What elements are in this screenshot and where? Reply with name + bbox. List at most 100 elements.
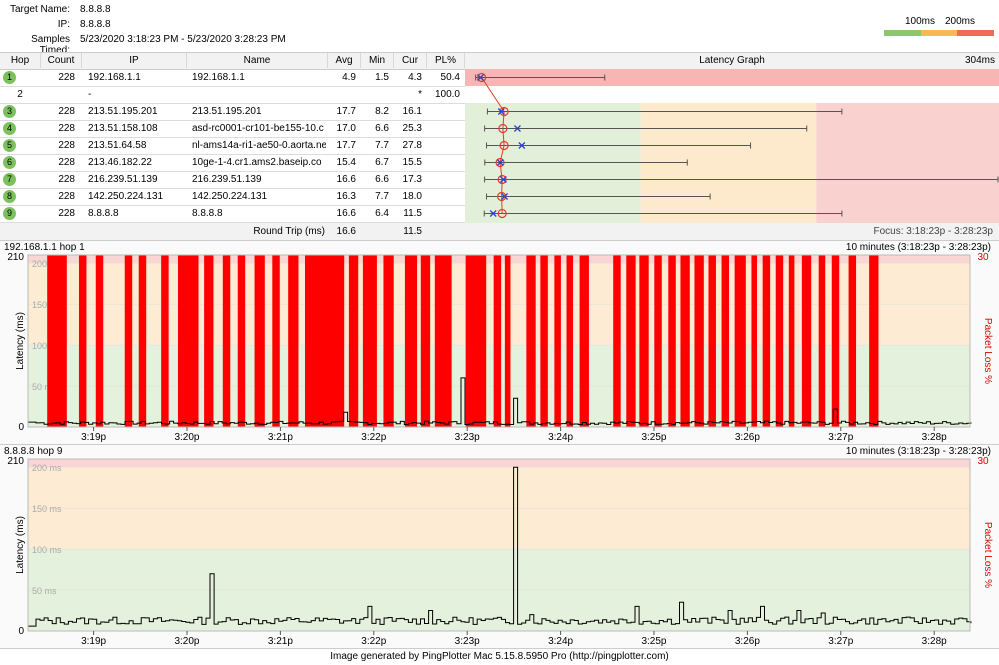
cell-count: 228 [58, 157, 75, 168]
band-label: 100 ms [32, 545, 62, 555]
cell-count: 228 [58, 140, 75, 151]
cell-pl [427, 205, 460, 222]
packet-loss-bar [762, 255, 771, 427]
x-tick-label: 3:20p [174, 432, 199, 443]
packet-loss-bar [526, 255, 536, 427]
y-axis-title: Latency (ms) [15, 516, 26, 574]
cell-count: 228 [58, 191, 75, 202]
x-tick-label: 3:25p [641, 636, 666, 647]
cell-avg: 17.7 [336, 106, 356, 117]
cell-count: 228 [58, 174, 75, 185]
cell-ip: 213.51.158.108 [88, 123, 158, 134]
cell-pl [427, 154, 460, 171]
graph-max-label: 304ms [964, 55, 995, 66]
packet-loss-bar [613, 255, 621, 427]
col-min[interactable]: Min [361, 53, 394, 68]
packet-loss-bar [869, 255, 879, 427]
y-max-label: 210 [7, 252, 24, 263]
cell-min: 6.4 [375, 208, 389, 219]
x-tick-label: 3:28p [922, 636, 947, 647]
col-cur[interactable]: Cur [394, 53, 427, 68]
packet-loss-bar [434, 255, 452, 427]
cell-name: asd-rc0001-cr101-be155-10.c [192, 123, 324, 134]
cell-cur: 18.0 [402, 191, 422, 202]
col-hop[interactable]: Hop [0, 53, 41, 68]
hop2-blank [465, 86, 999, 103]
packet-loss-bar [493, 255, 502, 427]
col-pl[interactable]: PL% [427, 53, 465, 68]
packet-loss-bar [161, 255, 169, 427]
x-tick-label: 3:23p [455, 636, 480, 647]
col-latency-graph[interactable]: Latency Graph [465, 53, 999, 68]
col-count[interactable]: Count [41, 53, 82, 68]
packet-loss-bar [465, 255, 487, 427]
x-tick-label: 3:27p [828, 432, 853, 443]
packet-loss-bar [801, 255, 812, 427]
cell-avg: 16.6 [336, 174, 356, 185]
round-trip-row: Round Trip (ms) 16.6 11.5 Focus: 3:18:23… [0, 223, 999, 241]
cell-pl [427, 103, 460, 120]
x-tick-label: 3:25p [641, 432, 666, 443]
cell-name: 142.250.224.131 [192, 191, 268, 202]
cell-min: 1.5 [375, 72, 389, 83]
cell-count: 228 [58, 72, 75, 83]
cell-avg: 15.4 [336, 157, 356, 168]
hop9-latency-chart[interactable]: 200 ms 150 ms 100 ms 50 ms 210 0 30 Latency (ms… [0, 445, 999, 648]
packet-loss-bar [204, 255, 214, 427]
packet-loss-bar [47, 255, 67, 427]
x-tick-label: 3:28p [922, 432, 947, 443]
x-tick-label: 3:21p [268, 636, 293, 647]
y-axis-title: Latency (ms) [15, 312, 26, 370]
packet-loss-bar [383, 255, 394, 427]
cell-count: 228 [58, 106, 75, 117]
hop9-chart-panel: 8.8.8.8 hop 9 10 minutes (3:18:23p - 3:2… [0, 445, 999, 649]
packet-loss-bar [579, 255, 589, 427]
cell-ip: 213.46.182.22 [88, 157, 152, 168]
cell-count: 228 [58, 123, 75, 134]
cell-name: 213.51.195.201 [192, 106, 262, 117]
focus-range: Focus: 3:18:23p - 3:28:23p [873, 226, 993, 237]
ip-label: IP: [57, 19, 70, 30]
hop-badge: 4 [3, 122, 16, 135]
packet-loss-bar [272, 255, 280, 427]
packet-loss-bar [288, 255, 299, 427]
cell-pl [427, 137, 460, 154]
cell-cur: 27.8 [402, 140, 422, 151]
col-avg[interactable]: Avg [328, 53, 361, 68]
packet-loss-bar [504, 255, 511, 427]
scale-100-label: 100ms [905, 16, 936, 27]
cell-name: 8.8.8.8 [192, 208, 223, 219]
ip-value: 8.8.8.8 [80, 19, 111, 30]
cell-hop: 2 [17, 89, 23, 100]
hop-badge: 8 [3, 190, 16, 203]
cell-ip: 216.239.51.139 [88, 174, 158, 185]
cell-avg [328, 86, 356, 103]
loss-max-label: 30 [977, 252, 989, 263]
x-tick-label: 3:23p [455, 432, 480, 443]
cell-pl: 50.4 [440, 72, 460, 83]
cell-cur: 4.3 [408, 72, 422, 83]
col-ip[interactable]: IP [82, 53, 187, 68]
col-name[interactable]: Name [187, 53, 328, 68]
target-name-label: Target Name: [9, 4, 70, 15]
cell-cur: * [418, 89, 422, 100]
packet-loss-bar [254, 255, 265, 427]
packet-loss-bar [78, 255, 87, 427]
cell-avg: 4.9 [342, 72, 356, 83]
samples-timed-value: 5/23/2020 3:18:23 PM - 5/23/2020 3:28:23… [80, 34, 286, 45]
cell-pl [427, 188, 460, 205]
packet-loss-bar [788, 255, 795, 427]
x-tick-label: 3:21p [268, 432, 293, 443]
packet-loss-bar [554, 255, 561, 427]
cell-name [192, 86, 326, 103]
cell-pl: 100.0 [434, 89, 460, 100]
packet-loss-bar [566, 255, 574, 427]
x-tick-label: 3:19p [81, 636, 106, 647]
packet-loss-bar [668, 255, 676, 427]
y-min-label: 0 [18, 422, 24, 433]
latency-scale-bar [884, 30, 995, 36]
scale-200-label: 200ms [945, 16, 976, 27]
packet-loss-bar [540, 255, 548, 427]
hop1-latency-chart[interactable]: 200 ms150 ms100 ms50 ms210030Latency (ms… [0, 241, 999, 444]
packet-loss-bar [734, 255, 746, 427]
